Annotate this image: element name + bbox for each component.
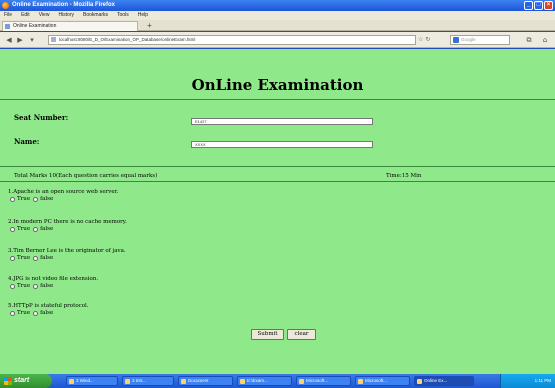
menu-help[interactable]: Help	[138, 11, 148, 20]
q2-false-label: false	[40, 226, 54, 232]
q4-false-label: false	[40, 283, 54, 289]
question-1: 1.Apache is an open source web server.	[8, 189, 119, 195]
name-input[interactable]: XXXX	[191, 141, 373, 148]
menu-bookmarks[interactable]: Bookmarks	[83, 11, 108, 20]
addons-icon[interactable]: ⧉	[524, 35, 534, 45]
navigation-bar: ◀ ▶ ▾ localhost:8080/E_D_O/Examination_O…	[0, 32, 555, 48]
page-favicon-icon	[5, 24, 10, 29]
q1-true-label: True	[17, 196, 31, 202]
taskbar-item-microsoft-2[interactable]: Microsoft...	[355, 376, 410, 386]
q4-false-radio[interactable]	[33, 283, 39, 289]
question-4-options: True false	[10, 283, 53, 289]
question-5-options: True false	[10, 310, 53, 316]
total-marks-text: Total Marks 10(Each question carries equ…	[14, 173, 158, 179]
q4-true-label: True	[17, 283, 31, 289]
reload-icon[interactable]: ↻	[425, 36, 430, 43]
clock[interactable]: 1:11 PM	[535, 378, 551, 383]
minimize-icon[interactable]: _	[524, 1, 533, 10]
q5-true-label: True	[17, 310, 31, 316]
page-content: OnLine Examination Seat Number: E1427 Na…	[0, 49, 555, 374]
search-box[interactable]: Google	[450, 35, 510, 45]
q3-false-radio[interactable]	[33, 255, 39, 261]
q1-false-label: false	[40, 196, 54, 202]
q5-false-label: false	[40, 310, 54, 316]
q2-true-radio[interactable]	[10, 226, 15, 232]
clear-button[interactable]: clear	[287, 329, 316, 340]
q3-false-label: false	[40, 255, 54, 261]
windows-logo-icon	[4, 377, 12, 385]
seat-number-input[interactable]: E1427	[191, 118, 373, 125]
taskbar-item-internet[interactable]: 3 Intr...	[122, 376, 174, 386]
menu-tools[interactable]: Tools	[117, 11, 129, 20]
url-text: localhost:8080/E_D_O/Examination_OP_Data…	[59, 37, 196, 42]
url-tools: ☆ ↻	[418, 35, 430, 45]
window-controls: _ □ ×	[524, 1, 553, 10]
firefox-icon	[417, 379, 422, 384]
application-icon	[358, 379, 363, 384]
tab-online-examination[interactable]: Online Examination	[2, 21, 138, 31]
q5-false-radio[interactable]	[33, 310, 39, 316]
search-engine-icon	[453, 37, 459, 43]
question-2-options: True false	[10, 226, 53, 232]
info-divider-top	[0, 166, 555, 167]
time-limit-text: Time:15 Min	[386, 173, 422, 179]
seat-number-label: Seat Number:	[14, 113, 69, 122]
folder-icon	[69, 379, 74, 384]
taskbar-item-microsoft-1[interactable]: Microsoft...	[296, 376, 351, 386]
q4-true-radio[interactable]	[10, 283, 15, 289]
menu-edit[interactable]: Edit	[21, 11, 30, 20]
info-divider-bottom	[0, 181, 555, 182]
menu-file[interactable]: File	[4, 11, 12, 20]
menu-history[interactable]: History	[58, 11, 74, 20]
question-5: 5.HTTpP is stateful protocol.	[8, 303, 89, 309]
q3-true-label: True	[17, 255, 31, 261]
name-label: Name:	[14, 137, 40, 146]
window-title: Online Examination - Mozilla Firefox	[12, 2, 116, 8]
page-title: OnLine Examination	[191, 76, 364, 94]
question-1-options: True false	[10, 196, 53, 202]
start-label: start	[14, 377, 30, 384]
home-icon[interactable]: ⌂	[540, 35, 550, 45]
history-dropdown-icon[interactable]: ▾	[27, 35, 37, 45]
taskbar-item-online-exam[interactable]: Online Ex...	[414, 376, 474, 386]
browser-icon	[125, 379, 130, 384]
question-3-options: True false	[10, 255, 53, 261]
taskbar-item-exam-folder[interactable]: E:\Exam...	[237, 376, 292, 386]
folder-icon	[240, 379, 245, 384]
new-tab-button[interactable]: +	[145, 22, 154, 30]
site-identity-icon	[51, 37, 56, 42]
back-arrow-icon[interactable]: ◀	[4, 35, 14, 45]
windows-taskbar: start 3 Wind... 3 Intr... Document E:\Ex…	[0, 374, 555, 388]
bookmark-star-icon[interactable]: ☆	[418, 36, 423, 43]
q3-true-radio[interactable]	[10, 255, 15, 261]
q5-true-radio[interactable]	[10, 310, 15, 316]
menu-bar: File Edit View History Bookmarks Tools H…	[0, 11, 555, 20]
menu-view[interactable]: View	[39, 11, 50, 20]
system-tray: 1:11 PM	[500, 374, 555, 388]
q2-true-label: True	[17, 226, 31, 232]
title-divider	[0, 99, 555, 100]
tab-label: Online Examination	[13, 23, 57, 29]
search-placeholder: Google	[461, 37, 476, 42]
submit-button[interactable]: Submit	[251, 329, 284, 340]
document-icon	[181, 379, 186, 384]
q1-true-radio[interactable]	[10, 196, 15, 202]
firefox-icon	[2, 2, 9, 9]
address-bar[interactable]: localhost:8080/E_D_O/Examination_OP_Data…	[48, 35, 416, 45]
window-title-bar: Online Examination - Mozilla Firefox _ □…	[0, 0, 555, 11]
taskbar-item-document[interactable]: Document	[178, 376, 233, 386]
tab-bar: Online Examination +	[0, 20, 555, 31]
question-3: 3.Tim Berner Lee is the originator of ja…	[8, 248, 126, 254]
question-4: 4.JPG is not video file extension.	[8, 276, 99, 282]
q1-false-radio[interactable]	[33, 196, 39, 202]
taskbar-item-windows[interactable]: 3 Wind...	[66, 376, 118, 386]
forward-arrow-icon[interactable]: ▶	[15, 35, 25, 45]
q2-false-radio[interactable]	[33, 226, 39, 232]
question-2: 2.In modern PC there is no cache memory.	[8, 219, 127, 225]
close-icon[interactable]: ×	[544, 1, 553, 10]
maximize-icon[interactable]: □	[534, 1, 543, 10]
start-button[interactable]: start	[0, 374, 52, 388]
application-icon	[299, 379, 304, 384]
